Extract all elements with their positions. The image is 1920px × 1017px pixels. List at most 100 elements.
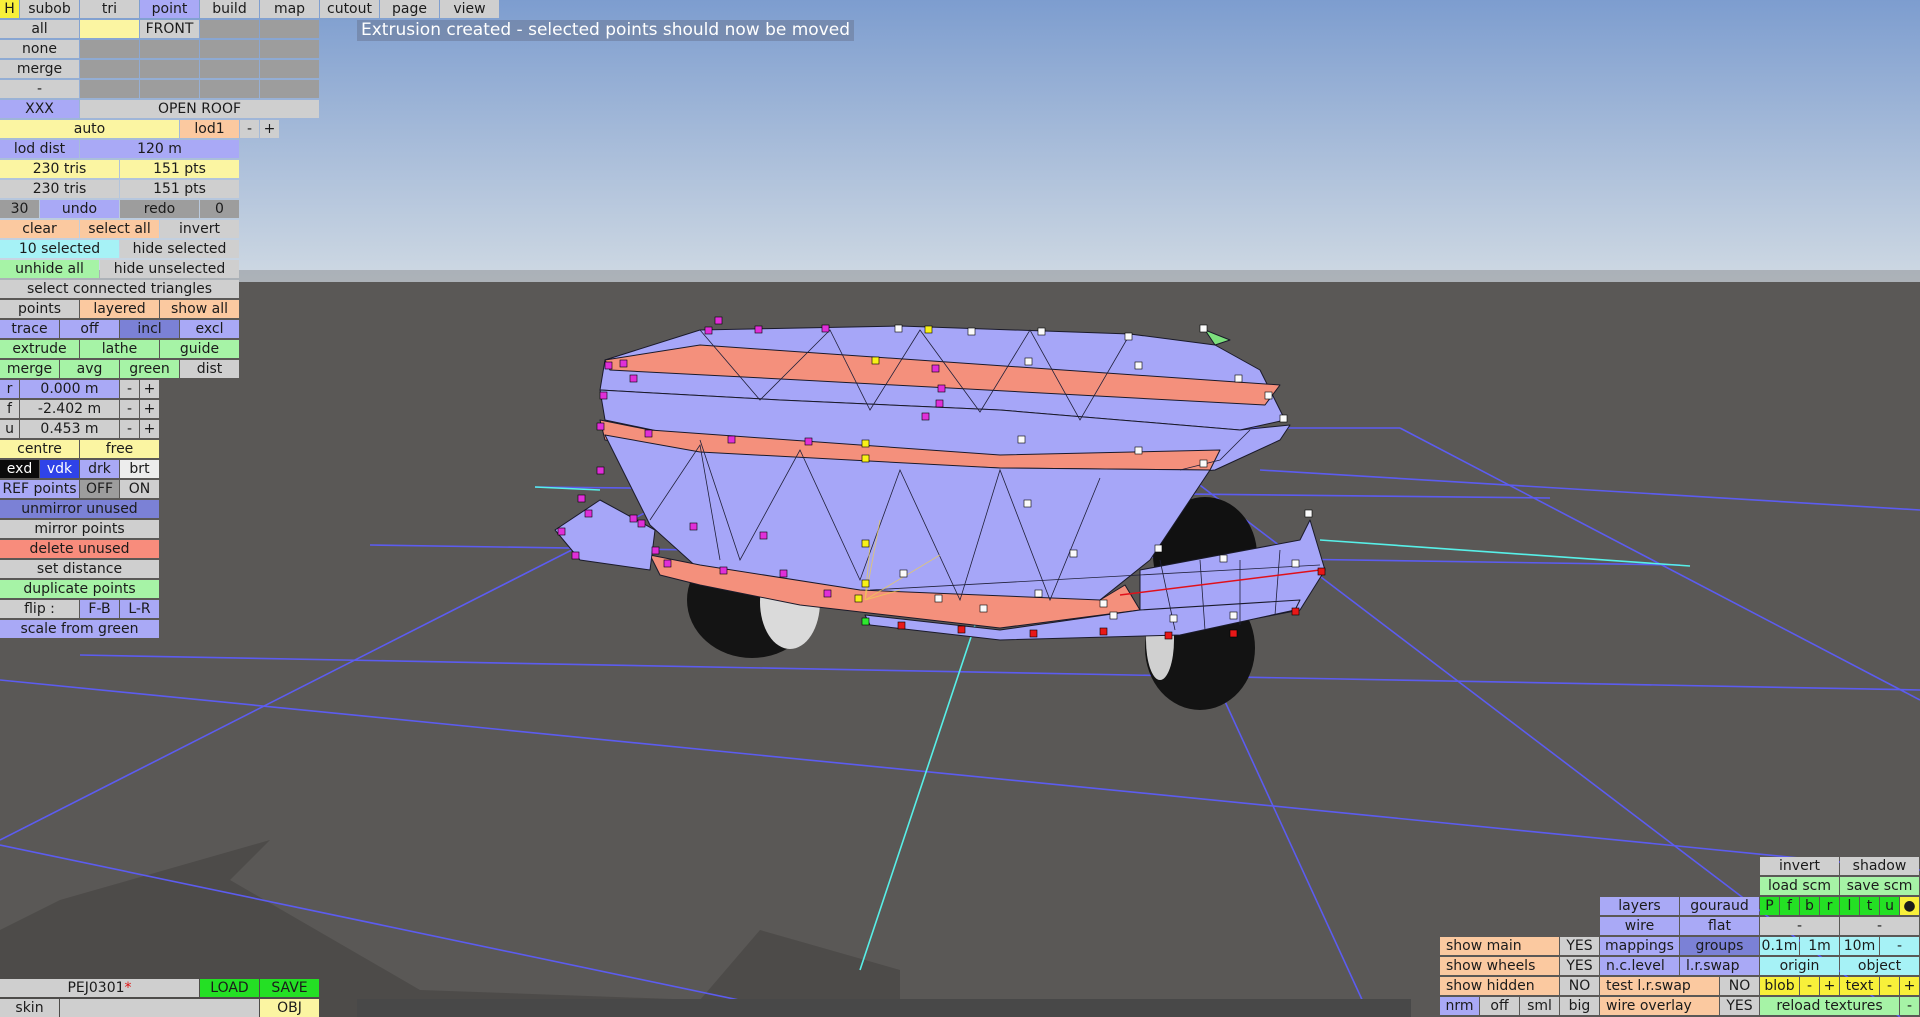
filename-field[interactable]: PEJ0301*	[0, 979, 199, 997]
invert-selection-button[interactable]: invert	[160, 220, 239, 238]
r-axis-value[interactable]: 0.000 m	[20, 380, 119, 398]
sml-button[interactable]: sml	[1520, 997, 1559, 1015]
open-roof-button[interactable]: OPEN ROOF	[80, 100, 319, 118]
text-minus-button[interactable]: -	[1880, 977, 1899, 995]
select-all-button[interactable]: all	[0, 20, 79, 38]
viewport-3d[interactable]	[0, 0, 1920, 1017]
green-button[interactable]: green	[120, 360, 179, 378]
load-scm-button[interactable]: load scm	[1760, 877, 1839, 895]
trace-off-button[interactable]: off	[60, 320, 119, 338]
r-minus-button[interactable]: -	[120, 380, 139, 398]
trace-excl-button[interactable]: excl	[180, 320, 239, 338]
points-mode-button[interactable]: points	[0, 300, 79, 318]
view-b-button[interactable]: b	[1800, 897, 1819, 915]
skin-label[interactable]: skin	[0, 999, 59, 1017]
skin-field[interactable]	[60, 999, 259, 1017]
empty-slot[interactable]	[140, 60, 199, 78]
wire-overlay-toggle[interactable]: YES	[1720, 997, 1759, 1015]
blob-plus-button[interactable]: +	[1820, 977, 1839, 995]
save-scm-button[interactable]: save scm	[1840, 877, 1919, 895]
empty-slot[interactable]	[200, 80, 259, 98]
subtract-selection-button[interactable]: -	[0, 80, 79, 98]
gouraud-button[interactable]: gouraud	[1680, 897, 1759, 915]
tab-tri[interactable]: tri	[80, 0, 139, 18]
f-minus-button[interactable]: -	[120, 400, 139, 418]
view-r-button[interactable]: r	[1820, 897, 1839, 915]
guide-button[interactable]: guide	[160, 340, 239, 358]
big-button[interactable]: big	[1560, 997, 1599, 1015]
dot-toggle-button[interactable]: ●	[1900, 897, 1919, 915]
ref-points-on-button[interactable]: ON	[120, 480, 159, 498]
tab-help[interactable]: H	[0, 0, 19, 18]
xxx-button[interactable]: XXX	[0, 100, 79, 118]
select-none-button[interactable]: none	[0, 40, 79, 58]
nc-level-button[interactable]: n.c.level	[1600, 957, 1679, 975]
set-distance-button[interactable]: set distance	[0, 560, 159, 578]
r-plus-button[interactable]: +	[140, 380, 159, 398]
f-axis-value[interactable]: -2.402 m	[20, 400, 119, 418]
step-minus-button[interactable]: -	[1880, 937, 1919, 955]
obj-button[interactable]: OBJ	[260, 999, 319, 1017]
command-line[interactable]	[357, 999, 1411, 1017]
redo-button[interactable]: redo	[120, 200, 199, 218]
groups-button[interactable]: groups	[1680, 937, 1759, 955]
show-hidden-toggle[interactable]: NO	[1560, 977, 1599, 995]
u-plus-button[interactable]: +	[140, 420, 159, 438]
centre-button[interactable]: centre	[0, 440, 79, 458]
merge-selection-button[interactable]: merge	[0, 60, 79, 78]
tab-cutout[interactable]: cutout	[320, 0, 379, 18]
drk-button[interactable]: drk	[80, 460, 119, 478]
show-main-toggle[interactable]: YES	[1560, 937, 1599, 955]
lod-dist-value[interactable]: 120 m	[80, 140, 239, 158]
empty-slot[interactable]	[80, 40, 139, 58]
show-all-button[interactable]: show all	[160, 300, 239, 318]
trace-button[interactable]: trace	[0, 320, 59, 338]
empty-slot[interactable]	[260, 40, 319, 58]
origin-button[interactable]: origin	[1760, 957, 1839, 975]
view-t-button[interactable]: t	[1860, 897, 1879, 915]
view-u-button[interactable]: u	[1880, 897, 1899, 915]
flip-left-right-button[interactable]: L-R	[120, 600, 159, 618]
dist-button[interactable]: dist	[180, 360, 239, 378]
avg-button[interactable]: avg	[60, 360, 119, 378]
tab-map[interactable]: map	[260, 0, 319, 18]
view-front-button[interactable]: FRONT	[140, 20, 199, 38]
nrm-button[interactable]: nrm	[1440, 997, 1479, 1015]
lod-plus-button[interactable]: +	[260, 120, 279, 138]
flat-button[interactable]: flat	[1680, 917, 1759, 935]
lathe-button[interactable]: lathe	[80, 340, 159, 358]
empty-slot[interactable]	[140, 80, 199, 98]
blob-minus-button[interactable]: -	[1800, 977, 1819, 995]
tab-subob[interactable]: subob	[20, 0, 79, 18]
color-swatch[interactable]	[80, 20, 139, 38]
undo-button[interactable]: undo	[40, 200, 119, 218]
step-1m-button[interactable]: 1m	[1800, 937, 1839, 955]
wire-button[interactable]: wire	[1600, 917, 1679, 935]
lr-swap-button[interactable]: l.r.swap	[1680, 957, 1759, 975]
empty-slot[interactable]	[140, 40, 199, 58]
flip-front-back-button[interactable]: F-B	[80, 600, 119, 618]
extrude-button[interactable]: extrude	[0, 340, 79, 358]
load-button[interactable]: LOAD	[200, 979, 259, 997]
f-plus-button[interactable]: +	[140, 400, 159, 418]
layers-button[interactable]: layers	[1600, 897, 1679, 915]
scale-from-green-button[interactable]: scale from green	[0, 620, 159, 638]
hide-selected-button[interactable]: hide selected	[120, 240, 239, 258]
empty-slot[interactable]	[80, 80, 139, 98]
view-f-button[interactable]: f	[1780, 897, 1799, 915]
show-wheels-toggle[interactable]: YES	[1560, 957, 1599, 975]
merge-points-button[interactable]: merge	[0, 360, 59, 378]
empty-slot[interactable]	[200, 60, 259, 78]
mappings-button[interactable]: mappings	[1600, 937, 1679, 955]
step-0-1m-button[interactable]: 0.1m	[1760, 937, 1799, 955]
tab-view[interactable]: view	[440, 0, 499, 18]
reload-minus-button[interactable]: -	[1900, 997, 1919, 1015]
duplicate-points-button[interactable]: duplicate points	[0, 580, 159, 598]
unmirror-unused-button[interactable]: unmirror unused	[0, 500, 159, 518]
lod-minus-button[interactable]: -	[240, 120, 259, 138]
dash-button-1[interactable]: -	[1760, 917, 1839, 935]
empty-slot[interactable]	[260, 20, 319, 38]
test-lr-swap-toggle[interactable]: NO	[1720, 977, 1759, 995]
delete-unused-button[interactable]: delete unused	[0, 540, 159, 558]
tab-point[interactable]: point	[140, 0, 199, 18]
